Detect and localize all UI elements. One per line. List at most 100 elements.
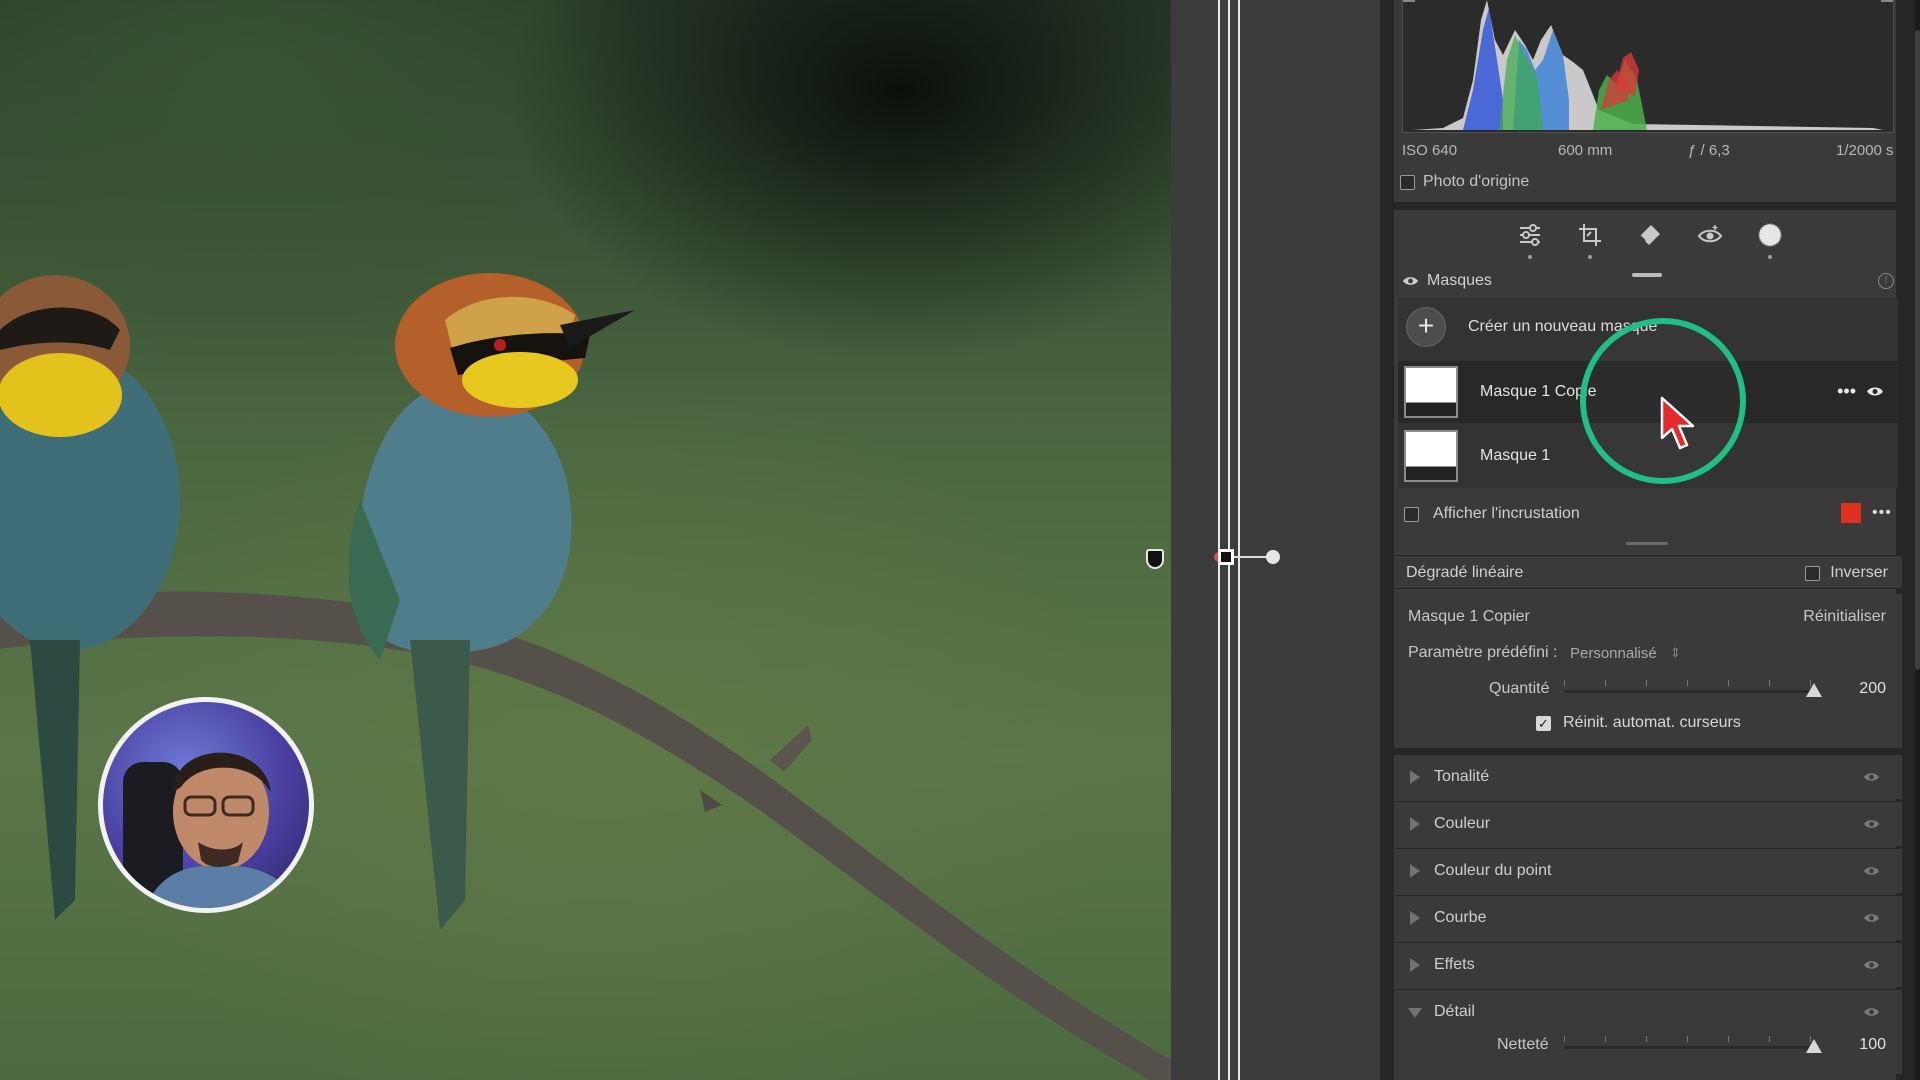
invert-toggle[interactable]: Inverser	[1805, 564, 1888, 582]
gradient-guide-line[interactable]	[1218, 0, 1220, 1080]
overlay-toggle[interactable]: Afficher l'incrustation	[1404, 503, 1900, 525]
masking-tool[interactable]	[1750, 220, 1790, 260]
tool-strip	[1510, 220, 1790, 270]
group-visibility-eye-icon[interactable]	[1863, 771, 1880, 783]
auto-reset-toggle[interactable]: ✓ Réinit. automat. curseurs	[1536, 714, 1741, 732]
bird-right	[348, 273, 635, 930]
expand-triangle-icon	[1410, 770, 1420, 784]
mask-thumbnail	[1404, 366, 1458, 418]
amount-slider-thumb[interactable]	[1806, 683, 1822, 697]
sharpness-slider-thumb[interactable]	[1806, 1039, 1822, 1053]
invert-label: Inverser	[1830, 564, 1888, 581]
mask-thumbnail	[1404, 430, 1458, 482]
sharpness-value[interactable]: 100	[1859, 1036, 1886, 1054]
mask-properties-name: Masque 1 Copier	[1408, 608, 1530, 625]
mask-properties: Masque 1 Copier Réinitialiser Paramètre …	[1394, 594, 1902, 748]
overlay-color-swatch[interactable]	[1841, 503, 1861, 523]
group-couleur[interactable]: Couleur	[1394, 801, 1902, 846]
edit-sliders-icon	[1520, 223, 1540, 246]
preset-label: Paramètre prédéfini :	[1408, 644, 1558, 661]
group-courbe[interactable]: Courbe	[1394, 895, 1902, 940]
component-name: Dégradé linéaire	[1406, 564, 1524, 581]
overlay-label: Afficher l'incrustation	[1433, 505, 1580, 522]
mask-item-name: Masque 1	[1480, 447, 1551, 464]
info-icon[interactable]: !	[1878, 273, 1894, 289]
amount-label: Quantité	[1489, 680, 1550, 697]
group-effets[interactable]: Effets	[1394, 942, 1902, 987]
exif-shutter: 1/2000 s	[1836, 142, 1894, 159]
sharpness-slider-track[interactable]	[1564, 1046, 1814, 1049]
invert-checkbox[interactable]	[1805, 565, 1821, 581]
red-eye-icon	[1697, 224, 1723, 242]
original-photo-toggle[interactable]: Photo d'origine	[1400, 173, 1529, 191]
group-visibility-eye-icon[interactable]	[1863, 1006, 1880, 1018]
crop-icon	[1579, 223, 1601, 246]
group-visibility-eye-icon[interactable]	[1863, 959, 1880, 971]
crop-tool[interactable]	[1570, 220, 1610, 260]
group-visibility-eye-icon[interactable]	[1863, 818, 1880, 830]
group-label: Courbe	[1434, 909, 1487, 926]
mask-pin-icon[interactable]	[1146, 549, 1164, 569]
group-visibility-eye-icon[interactable]	[1863, 865, 1880, 877]
gradient-rotate-line	[1234, 556, 1266, 558]
panel-drag-handle[interactable]	[1632, 273, 1662, 277]
preset-dropdown[interactable]: Personnalisé	[1570, 645, 1657, 662]
edit-tool[interactable]	[1510, 220, 1550, 260]
more-options-icon[interactable]: •••	[1837, 381, 1856, 402]
amount-value[interactable]: 200	[1859, 680, 1886, 698]
group-tonalite[interactable]: Tonalité	[1394, 754, 1902, 799]
group-label: Couleur	[1434, 815, 1491, 832]
preset-dropdown-arrows-icon[interactable]: ⇕	[1670, 645, 1681, 661]
overlay-more-options-icon[interactable]: •••	[1872, 504, 1892, 522]
gradient-guide-line[interactable]	[1238, 0, 1240, 1080]
divider	[1394, 202, 1902, 210]
auto-reset-label: Réinit. automat. curseurs	[1563, 714, 1741, 731]
histogram	[1402, 0, 1894, 133]
expand-triangle-icon	[1410, 911, 1420, 925]
masks-header: Masques	[1394, 268, 1902, 294]
auto-reset-checkbox[interactable]: ✓	[1536, 715, 1551, 731]
red-eye-tool[interactable]	[1690, 220, 1730, 260]
group-label: Détail	[1434, 1003, 1475, 1020]
original-photo-label: Photo d'origine	[1423, 173, 1530, 190]
expand-triangle-icon	[1410, 817, 1420, 831]
exif-iso: ISO 640	[1402, 142, 1458, 159]
exif-focal-length: 600 mm	[1558, 142, 1613, 159]
gradient-center-line[interactable]	[1228, 0, 1230, 1080]
original-photo-checkbox[interactable]	[1400, 174, 1415, 190]
sharpness-row: Netteté 100	[1394, 1030, 1902, 1074]
masking-icon	[1758, 222, 1782, 247]
group-visibility-eye-icon[interactable]	[1863, 912, 1880, 924]
group-detail[interactable]: Détail	[1394, 989, 1902, 1034]
group-couleur-du-point[interactable]: Couleur du point	[1394, 848, 1902, 893]
mask-visibility-eye-icon[interactable]	[1866, 385, 1884, 398]
gradient-rotate-handle[interactable]	[1266, 550, 1280, 564]
overlay-checkbox[interactable]	[1404, 506, 1419, 522]
mask-row-actions: •••	[1837, 381, 1884, 402]
component-bar: Dégradé linéaire Inverser	[1394, 555, 1902, 589]
expand-triangle-icon	[1410, 864, 1420, 878]
mouse-cursor-icon	[1660, 396, 1695, 450]
group-label: Couleur du point	[1434, 862, 1552, 879]
gradient-center-handle[interactable]	[1218, 549, 1234, 565]
masks-title: Masques	[1427, 272, 1492, 289]
sharpness-label: Netteté	[1497, 1036, 1549, 1053]
exif-aperture: ƒ / 6,3	[1688, 142, 1730, 159]
collapse-triangle-icon	[1408, 1008, 1422, 1018]
amount-slider-track[interactable]	[1564, 690, 1814, 693]
group-label: Tonalité	[1434, 768, 1490, 785]
webcam-avatar	[98, 697, 314, 913]
photo-canvas[interactable]	[0, 0, 1171, 1080]
canvas-gutter	[1171, 0, 1380, 1080]
healing-tool[interactable]	[1630, 220, 1670, 260]
group-label: Effets	[1434, 956, 1475, 973]
reset-button[interactable]: Réinitialiser	[1803, 608, 1886, 626]
healing-eraser-icon	[1639, 224, 1660, 245]
twig	[770, 725, 812, 772]
panel-scroll-thumb[interactable]	[1915, 30, 1920, 670]
plus-icon[interactable]: +	[1406, 307, 1446, 347]
panel-resize-handle[interactable]	[1626, 542, 1668, 545]
masks-visibility-eye-icon[interactable]	[1402, 275, 1419, 287]
bee-eaters-illustration	[0, 273, 1171, 1080]
expand-triangle-icon	[1410, 958, 1420, 972]
